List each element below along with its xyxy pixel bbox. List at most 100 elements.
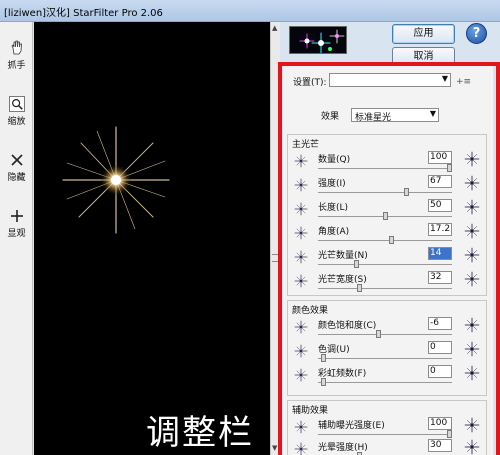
apply-button[interactable]: 应用: [392, 24, 455, 44]
slider-row: 光芒宽度(S) 32: [288, 271, 488, 295]
star-result-icon: [464, 151, 480, 170]
star-preview-icon: [294, 368, 308, 385]
star-result-icon: [464, 417, 480, 436]
slider-thumb[interactable]: [382, 212, 388, 220]
star-preview-icon: [294, 420, 308, 437]
slider-thumb[interactable]: [356, 284, 362, 292]
tool-show-label: 显观: [7, 229, 26, 239]
value-input[interactable]: 50: [428, 199, 452, 212]
slider-track[interactable]: [318, 288, 452, 289]
settings-panel: 设置(T): ▼ +≡ 效果 标准星光 ▼ 主光芒 数量(Q) 100 强度(I)…: [283, 66, 493, 455]
value-input[interactable]: 100: [428, 151, 452, 164]
slider-label: 光芒数量(N): [318, 251, 368, 261]
group-main-rays: 主光芒 数量(Q) 100 强度(I) 67 长度(L) 50 角度(A) 17…: [287, 134, 487, 296]
slider-label: 数量(Q): [318, 155, 351, 165]
zoom-icon: [8, 96, 25, 112]
slider-row: 角度(A) 17.2: [288, 223, 488, 247]
value-input[interactable]: 17.2: [428, 223, 452, 236]
star-result-icon: [464, 271, 480, 290]
preset-select[interactable]: ▼: [329, 73, 451, 87]
slider-thumb[interactable]: [447, 164, 452, 172]
value-input[interactable]: 67: [428, 175, 452, 188]
star-result-icon: [464, 365, 480, 384]
star-preview-icon: [294, 250, 308, 267]
slider-track[interactable]: [318, 168, 452, 169]
preview-canvas[interactable]: 调整栏: [34, 22, 270, 455]
star-preview-icon: [294, 320, 308, 337]
value-input[interactable]: 0: [428, 341, 452, 354]
slider-track[interactable]: [318, 434, 452, 435]
scroll-up-icon[interactable]: ▲: [272, 24, 277, 32]
slider-thumb[interactable]: [376, 330, 382, 338]
slider-row: 颜色饱和度(C) -6: [288, 317, 488, 341]
tool-show[interactable]: 显观: [0, 208, 33, 239]
hand-icon: [11, 40, 22, 55]
group-title: 主光芒: [292, 140, 320, 150]
effect-select[interactable]: 标准星光 ▼: [351, 108, 439, 123]
cancel-button[interactable]: 取消: [392, 47, 455, 67]
slider-thumb[interactable]: [320, 378, 326, 386]
scroll-down-icon[interactable]: ▼: [272, 444, 277, 452]
slider-track[interactable]: [318, 240, 452, 241]
value-input[interactable]: 30: [428, 439, 452, 452]
star-preview-icon: [294, 202, 308, 219]
preview-scrollbar[interactable]: ▲ ▼: [270, 22, 280, 455]
slider-track[interactable]: [318, 192, 452, 193]
star-preview-icon: [294, 226, 308, 243]
slider-track[interactable]: [318, 334, 452, 335]
star-result-icon: [464, 439, 480, 455]
chevron-down-icon: ▼: [441, 74, 448, 83]
value-input[interactable]: 100: [428, 417, 452, 430]
star-result-icon: [464, 341, 480, 360]
slider-label: 辅助曝光强度(E): [318, 421, 385, 431]
star-result-icon: [464, 317, 480, 336]
slider-row: 光芒数量(N) 14: [288, 247, 488, 271]
slider-track[interactable]: [318, 358, 452, 359]
splitter-grip[interactable]: [272, 254, 279, 262]
group-color-effects: 颜色效果 颜色饱和度(C) -6 色调(U) 0 彩虹频数(F) 0: [287, 300, 487, 396]
value-input[interactable]: 14: [428, 247, 452, 260]
slider-label: 长度(L): [318, 203, 349, 213]
tool-hand[interactable]: 抓手: [0, 40, 33, 71]
effect-thumbnail: [289, 26, 347, 54]
overlay-caption: 调整栏: [146, 413, 254, 453]
tool-zoom[interactable]: 缩放: [0, 96, 33, 127]
tool-zoom-label: 缩放: [7, 117, 26, 127]
hide-icon: [10, 154, 23, 166]
value-input[interactable]: 32: [428, 271, 452, 284]
value-input[interactable]: 0: [428, 365, 452, 378]
slider-row: 辅助曝光强度(E) 100: [288, 417, 488, 441]
slider-thumb[interactable]: [320, 354, 326, 362]
window-title: [liziwen]汉化] StarFilter Pro 2.06: [4, 8, 163, 19]
group-title: 辅助效果: [292, 406, 329, 416]
tool-hand-label: 抓手: [7, 61, 26, 71]
slider-track[interactable]: [318, 382, 452, 383]
star-result-icon: [464, 199, 480, 218]
star-preview-icon: [294, 178, 308, 195]
group-title: 颜色效果: [292, 306, 329, 316]
slider-thumb[interactable]: [388, 236, 394, 244]
preset-label: 设置(T):: [293, 78, 327, 88]
slider-thumb[interactable]: [354, 260, 360, 268]
show-icon: [10, 210, 23, 222]
slider-row: 色调(U) 0: [288, 341, 488, 365]
slider-label: 强度(I): [318, 179, 346, 189]
star-result-icon: [464, 247, 480, 266]
slider-row: 数量(Q) 100: [288, 151, 488, 175]
effect-label: 效果: [321, 112, 340, 122]
tool-hide[interactable]: 隐藏: [0, 152, 33, 183]
slider-label: 颜色饱和度(C): [318, 321, 377, 331]
slider-thumb[interactable]: [447, 430, 452, 438]
help-icon[interactable]: ?: [466, 23, 487, 44]
value-input[interactable]: -6: [428, 317, 452, 330]
slider-thumb[interactable]: [404, 188, 410, 196]
add-preset-button[interactable]: +≡: [456, 77, 471, 87]
slider-track[interactable]: [318, 264, 452, 265]
slider-row: 彩虹频数(F) 0: [288, 365, 488, 389]
slider-row: 光晕强度(H) 30: [288, 439, 488, 455]
tool-hide-label: 隐藏: [7, 173, 26, 183]
slider-row: 强度(I) 67: [288, 175, 488, 199]
chevron-down-icon: ▼: [429, 109, 436, 118]
star-result-icon: [464, 223, 480, 242]
star-preview-icon: [294, 344, 308, 361]
